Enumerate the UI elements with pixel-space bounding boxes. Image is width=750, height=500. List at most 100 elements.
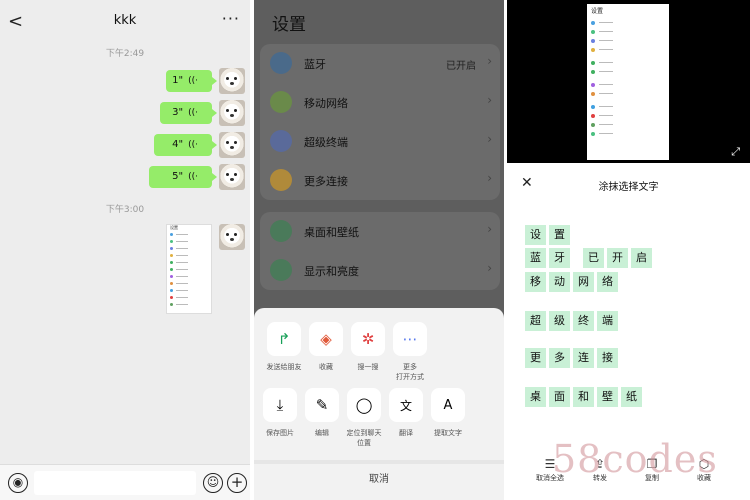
text-chip[interactable]: 终	[573, 311, 594, 331]
share-label: 定位到聊天 位置	[346, 429, 382, 447]
text-chip[interactable]: 多	[549, 348, 570, 368]
more-open-icon: ⋯	[393, 322, 427, 356]
more-connections-icon	[270, 169, 292, 191]
voice-message[interactable]: 5" ((·	[149, 166, 217, 188]
preview-screenshot: 设置	[587, 4, 669, 160]
sheet-title: 涂抹选择文字	[598, 182, 659, 193]
text-chip[interactable]: 移	[525, 272, 546, 292]
voice-wave-icon: ((·	[188, 76, 198, 86]
chat-input-bar: ◉ ☺ +	[0, 464, 250, 500]
voice-duration: 3"	[172, 107, 184, 118]
settings-row-label: 显示和亮度	[304, 265, 359, 278]
text-chip[interactable]: 桌	[525, 387, 546, 407]
plus-icon[interactable]: +	[227, 473, 247, 493]
text-line[interactable]: 蓝 牙 已 开 启	[525, 248, 655, 268]
text-chip[interactable]: 壁	[597, 387, 618, 407]
chevron-right-icon: ›	[487, 222, 492, 236]
chevron-right-icon: ›	[487, 132, 492, 146]
text-chip[interactable]: 牙	[549, 248, 570, 268]
screenshot-thumbnail[interactable]: 设置	[166, 224, 212, 314]
text-chip[interactable]: 端	[597, 311, 618, 331]
super-terminal-icon	[270, 130, 292, 152]
share-label: 更多 打开方式	[396, 363, 424, 381]
text-line[interactable]: 更 多 连 接	[525, 348, 621, 368]
settings-row-display[interactable]: 显示和亮度 ›	[260, 251, 500, 290]
text-chip[interactable]: 网	[573, 272, 594, 292]
voice-wave-icon: ((·	[188, 172, 198, 182]
settings-row-mobile-network[interactable]: 移动网络 ›	[260, 83, 500, 122]
save-image-button[interactable]: ⤓ 保存图片	[258, 388, 302, 438]
share-label: 编辑	[315, 429, 329, 437]
text-chip[interactable]: 连	[573, 348, 594, 368]
text-chip[interactable]: 开	[607, 248, 628, 268]
text-chip[interactable]: 级	[549, 311, 570, 331]
locate-chat-button[interactable]: ◯ 定位到聊天 位置	[342, 388, 386, 448]
voice-message[interactable]: 3" ((·	[160, 102, 217, 124]
text-line[interactable]: 超 级 终 端	[525, 311, 621, 331]
settings-row-label: 蓝牙	[304, 58, 326, 71]
share-search-button[interactable]: ✲ 搜一搜	[346, 322, 390, 372]
extract-text-button[interactable]: A 提取文字	[426, 388, 470, 438]
message-input[interactable]	[34, 471, 196, 495]
avatar[interactable]	[219, 100, 245, 126]
image-preview[interactable]: 设置 ⤢	[507, 0, 750, 163]
chevron-right-icon: ›	[487, 261, 492, 275]
watermark: 58codes	[552, 437, 718, 481]
voice-message[interactable]: 4" ((·	[154, 134, 217, 156]
settings-row-bluetooth[interactable]: 蓝牙 已开启 ›	[260, 44, 500, 83]
text-chip[interactable]: 置	[549, 225, 570, 245]
text-chip[interactable]: 面	[549, 387, 570, 407]
text-chip[interactable]: 和	[573, 387, 594, 407]
more-menu-icon[interactable]: ···	[222, 9, 240, 28]
voice-duration: 1"	[172, 75, 184, 86]
chat-header: < kkk ···	[0, 0, 250, 40]
text-chip[interactable]: 已	[583, 248, 604, 268]
settings-group: 桌面和壁纸 › 显示和亮度 ›	[260, 212, 500, 290]
text-chip[interactable]: 动	[549, 272, 570, 292]
expand-icon[interactable]: ⤢	[731, 145, 740, 159]
emoji-icon[interactable]: ☺	[203, 473, 223, 493]
chat-title: kkk	[113, 13, 137, 28]
share-label: 发送给朋友	[266, 363, 302, 371]
avatar[interactable]	[219, 132, 245, 158]
avatar[interactable]	[219, 164, 245, 190]
cancel-button[interactable]: 取消	[254, 470, 504, 485]
display-icon	[270, 259, 292, 281]
wallpaper-icon	[270, 220, 292, 242]
share-favorite-button[interactable]: ◈ 收藏	[304, 322, 348, 372]
text-chip[interactable]: 更	[525, 348, 546, 368]
settings-share-screen: 设置 蓝牙 已开启 › 移动网络 › 超级终端 › 更多连接 › 桌面和壁纸 ›…	[254, 0, 504, 500]
settings-row-desktop-wallpaper[interactable]: 桌面和壁纸 ›	[260, 212, 500, 251]
settings-row-label: 更多连接	[304, 175, 348, 188]
settings-row-label: 移动网络	[304, 97, 348, 110]
text-chip[interactable]: 接	[597, 348, 618, 368]
avatar[interactable]	[219, 68, 245, 94]
settings-group: 蓝牙 已开启 › 移动网络 › 超级终端 › 更多连接 ›	[260, 44, 500, 200]
share-more-open-button[interactable]: ⋯ 更多 打开方式	[388, 322, 432, 382]
text-line[interactable]: 移 动 网 络	[525, 272, 621, 292]
chat-screen: < kkk ··· 下午2:49 1" ((· 3" ((· 4" ((· 5" ((·…	[0, 0, 250, 500]
text-line[interactable]: 设 置	[525, 225, 573, 245]
chevron-right-icon: ›	[487, 93, 492, 107]
text-chip[interactable]: 纸	[621, 387, 642, 407]
text-chip[interactable]: 启	[631, 248, 652, 268]
avatar[interactable]	[219, 224, 245, 250]
settings-row-more-connections[interactable]: 更多连接 ›	[260, 161, 500, 200]
text-chip[interactable]: 设	[525, 225, 546, 245]
text-chip[interactable]: 超	[525, 311, 546, 331]
search-star-icon: ✲	[351, 322, 385, 356]
bluetooth-icon	[270, 52, 292, 74]
share-label: 保存图片	[266, 429, 294, 437]
divider	[254, 460, 504, 464]
voice-wave-icon: ((·	[188, 108, 198, 118]
text-chip[interactable]: 蓝	[525, 248, 546, 268]
edit-button[interactable]: ✎ 编辑	[300, 388, 344, 438]
share-sheet: ↱ 发送给朋友 ◈ 收藏 ✲ 搜一搜 ⋯ 更多 打开方式 ⤓ 保存图片 ✎ 编辑	[254, 308, 504, 500]
share-forward-button[interactable]: ↱ 发送给朋友	[262, 322, 306, 372]
voice-input-icon[interactable]: ◉	[8, 473, 28, 493]
text-chip[interactable]: 络	[597, 272, 618, 292]
settings-row-super-terminal[interactable]: 超级终端 ›	[260, 122, 500, 161]
translate-button[interactable]: 文 翻译	[384, 388, 428, 438]
text-line[interactable]: 桌 面 和 壁 纸	[525, 387, 645, 407]
voice-message[interactable]: 1" ((·	[166, 70, 217, 92]
